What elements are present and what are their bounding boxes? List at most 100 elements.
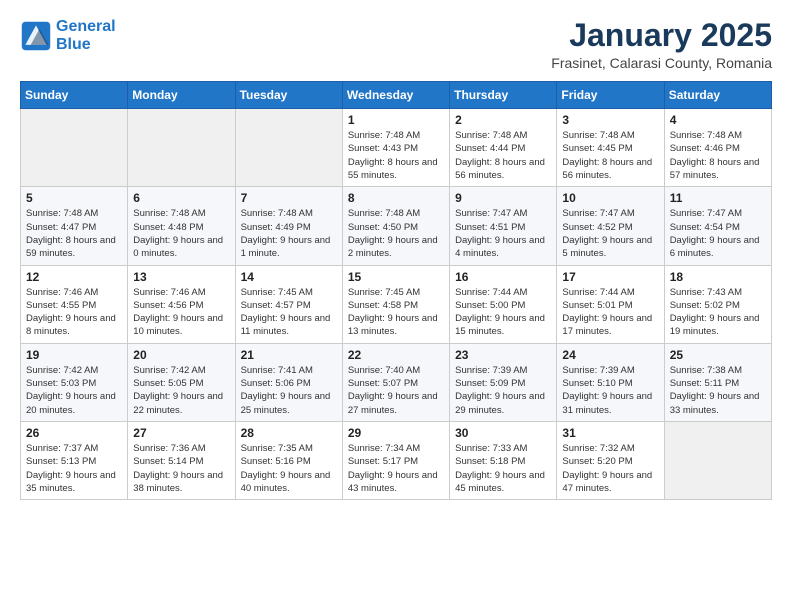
day-number: 22 xyxy=(348,348,444,362)
day-info: Sunrise: 7:38 AM Sunset: 5:11 PM Dayligh… xyxy=(670,364,766,417)
day-cell xyxy=(235,109,342,187)
day-info: Sunrise: 7:34 AM Sunset: 5:17 PM Dayligh… xyxy=(348,442,444,495)
day-info: Sunrise: 7:48 AM Sunset: 4:48 PM Dayligh… xyxy=(133,207,229,260)
day-cell: 26 Sunrise: 7:37 AM Sunset: 5:13 PM Dayl… xyxy=(21,421,128,499)
day-number: 19 xyxy=(26,348,122,362)
day-number: 31 xyxy=(562,426,658,440)
day-cell xyxy=(664,421,771,499)
day-info: Sunrise: 7:33 AM Sunset: 5:18 PM Dayligh… xyxy=(455,442,551,495)
day-info: Sunrise: 7:43 AM Sunset: 5:02 PM Dayligh… xyxy=(670,286,766,339)
calendar-table: SundayMondayTuesdayWednesdayThursdayFrid… xyxy=(20,81,772,500)
day-number: 8 xyxy=(348,191,444,205)
day-info: Sunrise: 7:47 AM Sunset: 4:54 PM Dayligh… xyxy=(670,207,766,260)
week-row-2: 5 Sunrise: 7:48 AM Sunset: 4:47 PM Dayli… xyxy=(21,187,772,265)
day-cell: 28 Sunrise: 7:35 AM Sunset: 5:16 PM Dayl… xyxy=(235,421,342,499)
day-cell: 5 Sunrise: 7:48 AM Sunset: 4:47 PM Dayli… xyxy=(21,187,128,265)
day-number: 25 xyxy=(670,348,766,362)
day-info: Sunrise: 7:48 AM Sunset: 4:50 PM Dayligh… xyxy=(348,207,444,260)
day-number: 2 xyxy=(455,113,551,127)
day-cell xyxy=(21,109,128,187)
day-cell: 23 Sunrise: 7:39 AM Sunset: 5:09 PM Dayl… xyxy=(450,343,557,421)
day-cell: 9 Sunrise: 7:47 AM Sunset: 4:51 PM Dayli… xyxy=(450,187,557,265)
day-cell: 27 Sunrise: 7:36 AM Sunset: 5:14 PM Dayl… xyxy=(128,421,235,499)
week-row-1: 1 Sunrise: 7:48 AM Sunset: 4:43 PM Dayli… xyxy=(21,109,772,187)
day-cell: 2 Sunrise: 7:48 AM Sunset: 4:44 PM Dayli… xyxy=(450,109,557,187)
day-info: Sunrise: 7:41 AM Sunset: 5:06 PM Dayligh… xyxy=(241,364,337,417)
day-cell: 6 Sunrise: 7:48 AM Sunset: 4:48 PM Dayli… xyxy=(128,187,235,265)
day-number: 11 xyxy=(670,191,766,205)
page: General Blue January 2025 Frasinet, Cala… xyxy=(0,0,792,612)
day-cell: 19 Sunrise: 7:42 AM Sunset: 5:03 PM Dayl… xyxy=(21,343,128,421)
day-cell: 24 Sunrise: 7:39 AM Sunset: 5:10 PM Dayl… xyxy=(557,343,664,421)
weekday-header-sunday: Sunday xyxy=(21,82,128,109)
weekday-header-row: SundayMondayTuesdayWednesdayThursdayFrid… xyxy=(21,82,772,109)
day-info: Sunrise: 7:42 AM Sunset: 5:03 PM Dayligh… xyxy=(26,364,122,417)
day-cell: 22 Sunrise: 7:40 AM Sunset: 5:07 PM Dayl… xyxy=(342,343,449,421)
day-info: Sunrise: 7:48 AM Sunset: 4:49 PM Dayligh… xyxy=(241,207,337,260)
week-row-5: 26 Sunrise: 7:37 AM Sunset: 5:13 PM Dayl… xyxy=(21,421,772,499)
day-number: 1 xyxy=(348,113,444,127)
day-number: 27 xyxy=(133,426,229,440)
day-cell: 1 Sunrise: 7:48 AM Sunset: 4:43 PM Dayli… xyxy=(342,109,449,187)
day-number: 9 xyxy=(455,191,551,205)
logo-text: General Blue xyxy=(56,18,116,53)
day-number: 6 xyxy=(133,191,229,205)
day-cell: 20 Sunrise: 7:42 AM Sunset: 5:05 PM Dayl… xyxy=(128,343,235,421)
day-cell: 12 Sunrise: 7:46 AM Sunset: 4:55 PM Dayl… xyxy=(21,265,128,343)
week-row-3: 12 Sunrise: 7:46 AM Sunset: 4:55 PM Dayl… xyxy=(21,265,772,343)
day-cell: 7 Sunrise: 7:48 AM Sunset: 4:49 PM Dayli… xyxy=(235,187,342,265)
day-info: Sunrise: 7:44 AM Sunset: 5:01 PM Dayligh… xyxy=(562,286,658,339)
day-info: Sunrise: 7:36 AM Sunset: 5:14 PM Dayligh… xyxy=(133,442,229,495)
day-info: Sunrise: 7:48 AM Sunset: 4:43 PM Dayligh… xyxy=(348,129,444,182)
day-info: Sunrise: 7:45 AM Sunset: 4:57 PM Dayligh… xyxy=(241,286,337,339)
day-info: Sunrise: 7:48 AM Sunset: 4:45 PM Dayligh… xyxy=(562,129,658,182)
header: General Blue January 2025 Frasinet, Cala… xyxy=(20,18,772,71)
title-block: January 2025 Frasinet, Calarasi County, … xyxy=(551,18,772,71)
day-cell: 17 Sunrise: 7:44 AM Sunset: 5:01 PM Dayl… xyxy=(557,265,664,343)
day-cell: 30 Sunrise: 7:33 AM Sunset: 5:18 PM Dayl… xyxy=(450,421,557,499)
day-number: 7 xyxy=(241,191,337,205)
weekday-header-thursday: Thursday xyxy=(450,82,557,109)
day-cell: 8 Sunrise: 7:48 AM Sunset: 4:50 PM Dayli… xyxy=(342,187,449,265)
day-info: Sunrise: 7:48 AM Sunset: 4:44 PM Dayligh… xyxy=(455,129,551,182)
day-number: 23 xyxy=(455,348,551,362)
day-number: 3 xyxy=(562,113,658,127)
day-number: 30 xyxy=(455,426,551,440)
day-info: Sunrise: 7:46 AM Sunset: 4:55 PM Dayligh… xyxy=(26,286,122,339)
day-number: 20 xyxy=(133,348,229,362)
day-info: Sunrise: 7:47 AM Sunset: 4:51 PM Dayligh… xyxy=(455,207,551,260)
day-info: Sunrise: 7:44 AM Sunset: 5:00 PM Dayligh… xyxy=(455,286,551,339)
day-info: Sunrise: 7:48 AM Sunset: 4:46 PM Dayligh… xyxy=(670,129,766,182)
day-number: 29 xyxy=(348,426,444,440)
day-cell: 13 Sunrise: 7:46 AM Sunset: 4:56 PM Dayl… xyxy=(128,265,235,343)
day-cell: 3 Sunrise: 7:48 AM Sunset: 4:45 PM Dayli… xyxy=(557,109,664,187)
day-cell: 18 Sunrise: 7:43 AM Sunset: 5:02 PM Dayl… xyxy=(664,265,771,343)
day-number: 14 xyxy=(241,270,337,284)
day-cell: 21 Sunrise: 7:41 AM Sunset: 5:06 PM Dayl… xyxy=(235,343,342,421)
day-info: Sunrise: 7:48 AM Sunset: 4:47 PM Dayligh… xyxy=(26,207,122,260)
day-cell: 4 Sunrise: 7:48 AM Sunset: 4:46 PM Dayli… xyxy=(664,109,771,187)
day-info: Sunrise: 7:42 AM Sunset: 5:05 PM Dayligh… xyxy=(133,364,229,417)
day-number: 21 xyxy=(241,348,337,362)
day-number: 16 xyxy=(455,270,551,284)
day-cell xyxy=(128,109,235,187)
day-info: Sunrise: 7:40 AM Sunset: 5:07 PM Dayligh… xyxy=(348,364,444,417)
logo: General Blue xyxy=(20,18,116,53)
day-info: Sunrise: 7:45 AM Sunset: 4:58 PM Dayligh… xyxy=(348,286,444,339)
day-info: Sunrise: 7:32 AM Sunset: 5:20 PM Dayligh… xyxy=(562,442,658,495)
day-number: 4 xyxy=(670,113,766,127)
day-number: 13 xyxy=(133,270,229,284)
weekday-header-friday: Friday xyxy=(557,82,664,109)
day-number: 5 xyxy=(26,191,122,205)
day-cell: 10 Sunrise: 7:47 AM Sunset: 4:52 PM Dayl… xyxy=(557,187,664,265)
calendar-title: January 2025 xyxy=(551,18,772,53)
day-number: 26 xyxy=(26,426,122,440)
day-cell: 29 Sunrise: 7:34 AM Sunset: 5:17 PM Dayl… xyxy=(342,421,449,499)
weekday-header-tuesday: Tuesday xyxy=(235,82,342,109)
week-row-4: 19 Sunrise: 7:42 AM Sunset: 5:03 PM Dayl… xyxy=(21,343,772,421)
day-info: Sunrise: 7:35 AM Sunset: 5:16 PM Dayligh… xyxy=(241,442,337,495)
day-number: 10 xyxy=(562,191,658,205)
day-number: 17 xyxy=(562,270,658,284)
day-number: 12 xyxy=(26,270,122,284)
day-number: 15 xyxy=(348,270,444,284)
